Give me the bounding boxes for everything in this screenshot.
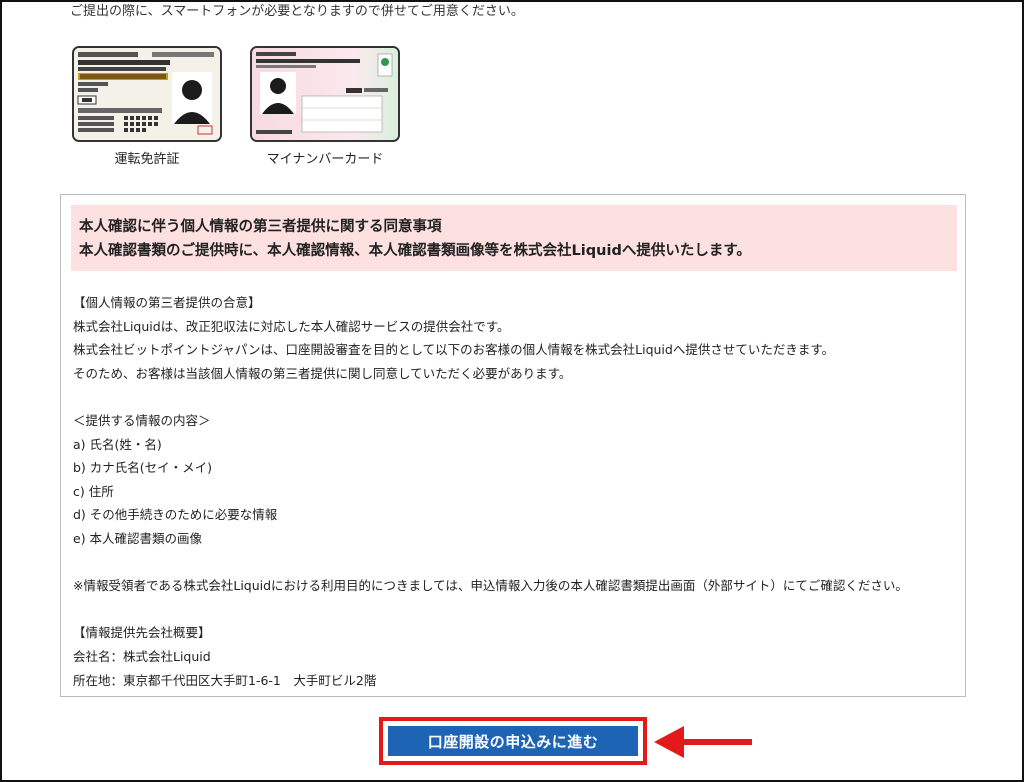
consent-line: a) 氏名(姓・名) <box>73 436 162 452</box>
my-number-caption: マイナンバーカード <box>266 152 384 167</box>
consent-line: d) その他手続きのために必要な情報 <box>73 507 278 523</box>
drivers-license-card-icon <box>72 46 222 142</box>
consent-title-line1: 本人確認に伴う個人情報の第三者提供に関する同意事項 <box>79 219 442 235</box>
consent-heading: 本人確認に伴う個人情報の第三者提供に関する同意事項 本人確認書類のご提供時に、本… <box>71 205 957 271</box>
consent-panel: 本人確認に伴う個人情報の第三者提供に関する同意事項 本人確認書類のご提供時に、本… <box>60 194 966 697</box>
consent-line: ※情報受領者である株式会社Liquidにおける利用目的につきましては、申込情報入… <box>73 578 908 594</box>
consent-body: 【個人情報の第三者提供の合意】株式会社Liquidは、改正犯収法に対応した本人確… <box>73 291 953 692</box>
consent-title-line2: 本人確認書類のご提供時に、本人確認情報、本人確認書類画像等を株式会社Liquid… <box>79 243 751 259</box>
open-account-button[interactable]: 口座開設の申込みに進む <box>388 726 638 756</box>
consent-line: b) カナ氏名(セイ・メイ) <box>73 460 213 476</box>
consent-line: ＜提供する情報の内容＞ <box>73 412 211 428</box>
consent-line: 所在地：東京都千代田区大手町1-6-1 大手町ビル2階 <box>73 672 377 688</box>
consent-line: 【情報提供先会社概要】 <box>73 625 211 641</box>
consent-line: 【個人情報の第三者提供の合意】 <box>73 295 261 310</box>
my-number-item: マイナンバーカード <box>250 46 400 167</box>
consent-spacer <box>73 385 953 409</box>
drivers-license-caption: 運転免許証 <box>114 152 180 167</box>
pointer-arrow-icon <box>654 726 752 758</box>
consent-line: c) 住所 <box>73 483 114 499</box>
consent-line: 株式会社Liquidは、改正犯収法に対応した本人確認サービスの提供会社です。 <box>73 318 510 334</box>
consent-line: そのため、お客様は当該個人情報の第三者提供に関し同意していただく必要があります。 <box>73 365 572 381</box>
cta-highlight-frame: 口座開設の申込みに進む <box>379 717 647 765</box>
my-number-card-icon <box>250 46 400 142</box>
consent-spacer <box>73 598 953 622</box>
drivers-license-item: 運転免許証 <box>72 46 222 167</box>
consent-line: 会社名：株式会社Liquid <box>73 648 211 664</box>
consent-spacer <box>73 551 953 575</box>
consent-line: 株式会社ビットポイントジャパンは、口座開設審査を目的として以下のお客様の個人情報… <box>73 342 835 358</box>
smartphone-note: ご提出の際に、スマートフォンが必要となりますので併せてご用意ください。 <box>70 4 524 19</box>
page-frame: ご提出の際に、スマートフォンが必要となりますので併せてご用意ください。 運転免許… <box>0 0 1024 782</box>
consent-line: e) 本人確認書類の画像 <box>73 530 203 546</box>
